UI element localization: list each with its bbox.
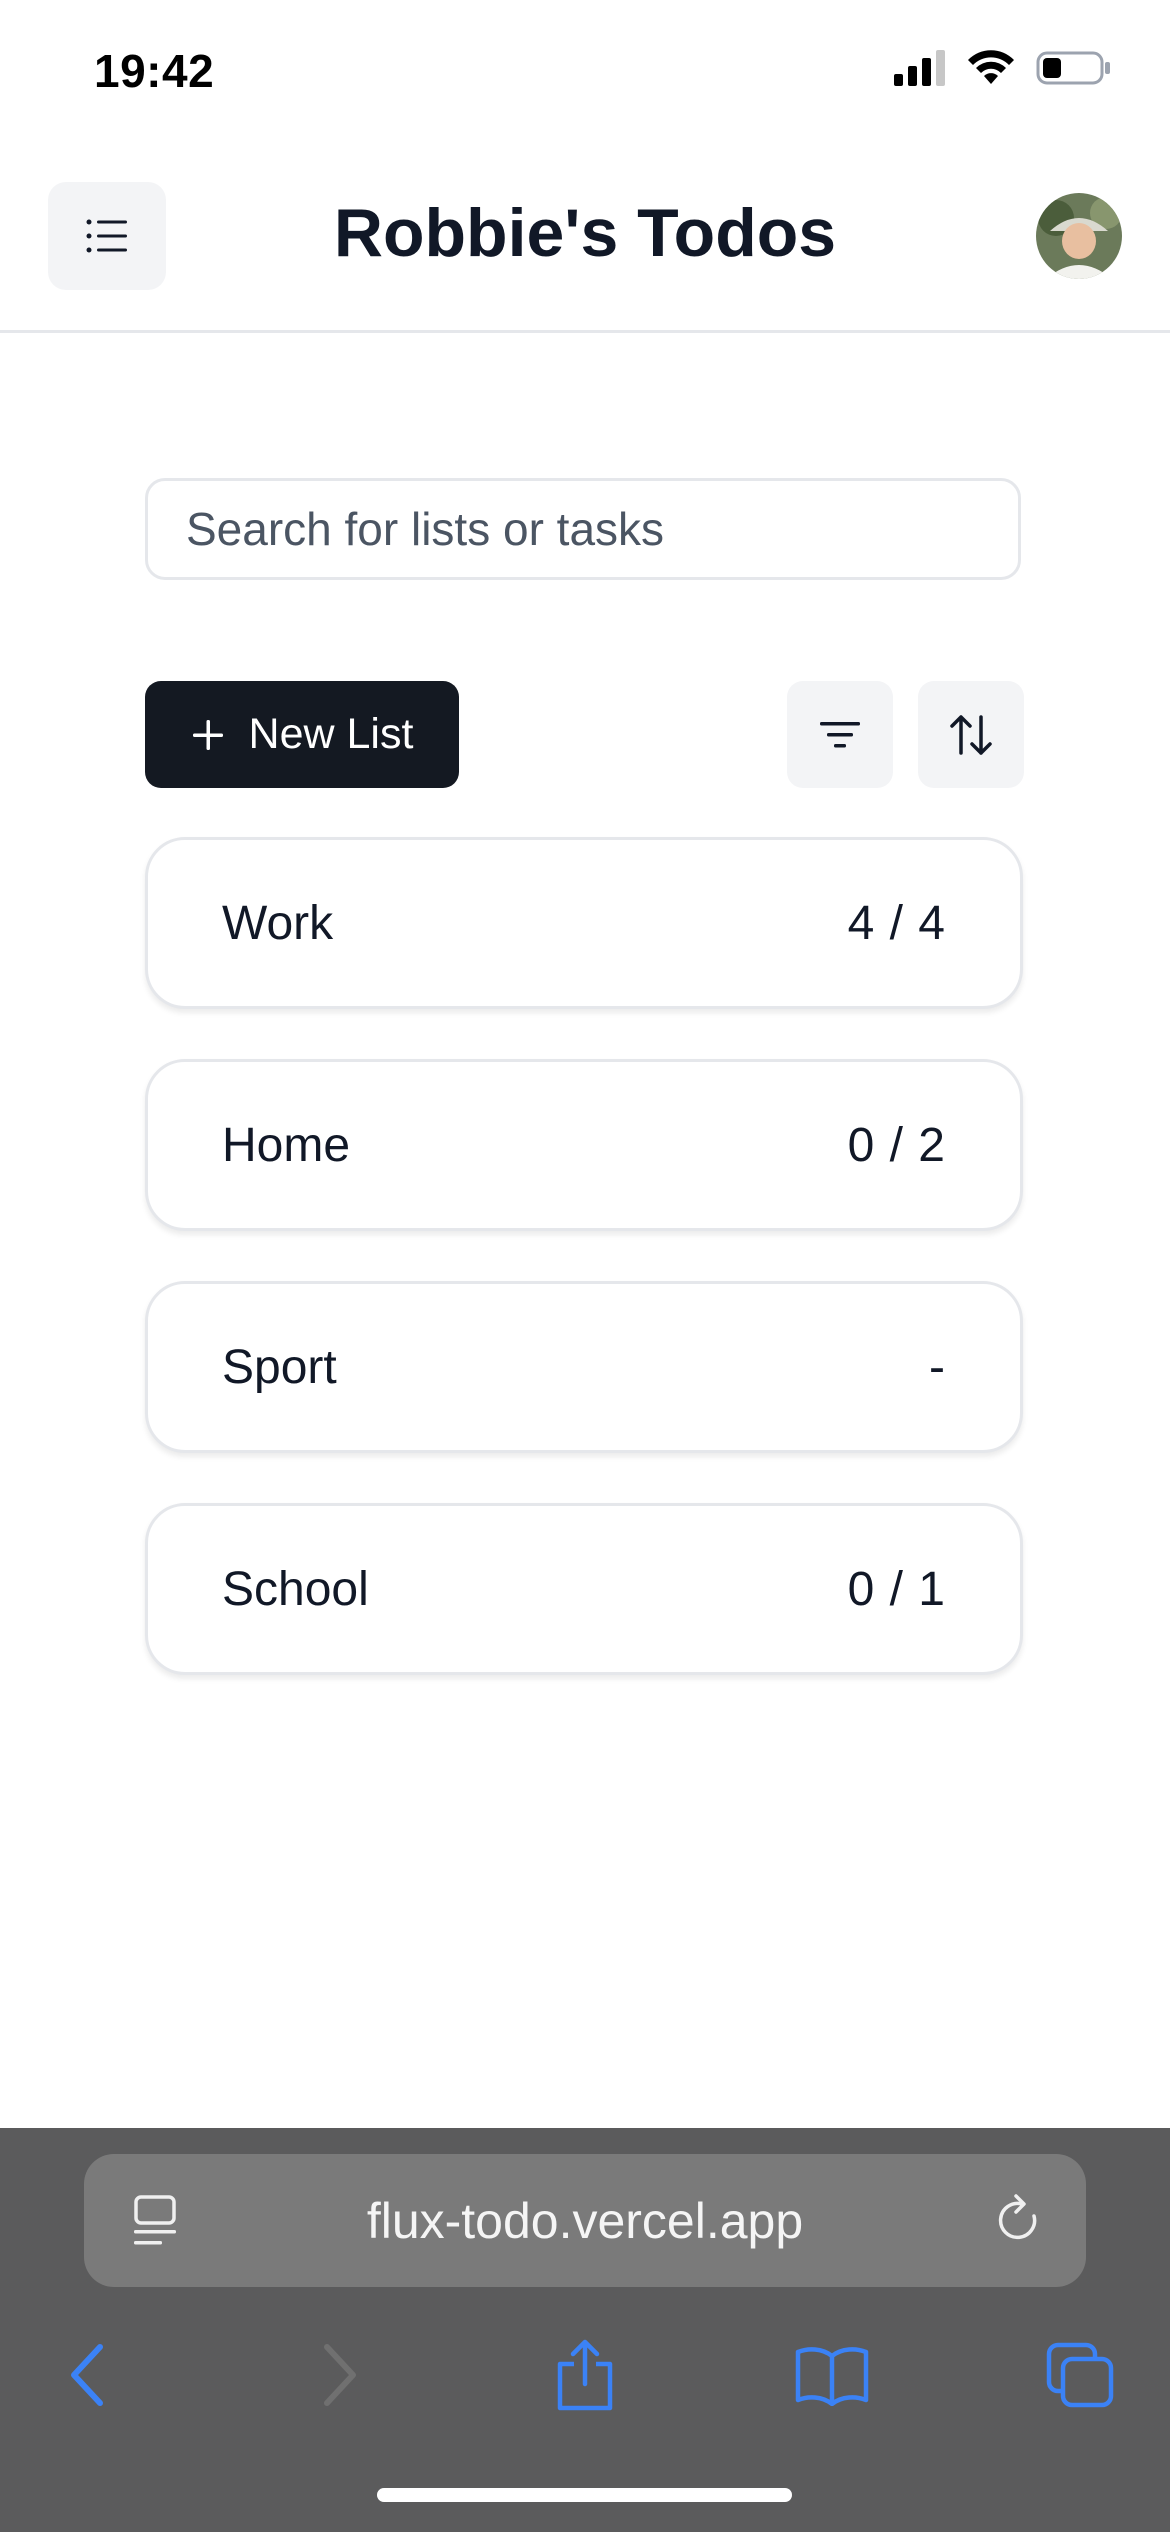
browser-bottom-bar: flux-todo.vercel.app bbox=[0, 2128, 1170, 2532]
plus-icon bbox=[192, 719, 223, 750]
status-icons bbox=[894, 50, 1112, 86]
home-indicator bbox=[377, 2488, 792, 2502]
todo-lists: Work 4 / 4 Home 0 / 2 Sport - School 0 /… bbox=[145, 837, 1023, 1725]
forward-button[interactable] bbox=[284, 2320, 394, 2430]
tabs-icon bbox=[1046, 2342, 1114, 2408]
sort-arrows-icon bbox=[950, 714, 992, 755]
tabs-button[interactable] bbox=[1025, 2320, 1135, 2430]
status-bar: 19:42 bbox=[0, 0, 1170, 150]
chevron-right-icon bbox=[324, 2344, 356, 2406]
book-icon bbox=[795, 2347, 869, 2406]
battery-icon bbox=[1036, 51, 1110, 85]
search-field[interactable] bbox=[145, 478, 1021, 580]
list-progress: 4 / 4 bbox=[847, 896, 946, 950]
search-input[interactable] bbox=[148, 481, 1018, 577]
cellular-signal-icon bbox=[894, 50, 945, 86]
list-progress: 0 / 2 bbox=[847, 1118, 946, 1172]
new-list-label: New List bbox=[248, 710, 414, 758]
list-card-work[interactable]: Work 4 / 4 bbox=[145, 837, 1023, 1009]
filter-button[interactable] bbox=[787, 681, 893, 788]
filter-icon bbox=[820, 721, 860, 747]
list-card-sport[interactable]: Sport - bbox=[145, 1281, 1023, 1453]
new-list-button[interactable]: New List bbox=[145, 681, 459, 788]
list-card-home[interactable]: Home 0 / 2 bbox=[145, 1059, 1023, 1231]
share-button[interactable] bbox=[530, 2320, 640, 2430]
share-icon bbox=[557, 2339, 613, 2411]
status-time: 19:42 bbox=[94, 45, 215, 97]
sort-button[interactable] bbox=[918, 681, 1024, 788]
chevron-left-icon bbox=[71, 2344, 103, 2406]
list-name: School bbox=[222, 1562, 369, 1616]
browser-toolbar bbox=[0, 2320, 1170, 2430]
page-title: Robbie's Todos bbox=[333, 195, 837, 271]
app-header: Robbie's Todos bbox=[0, 150, 1170, 333]
list-name: Work bbox=[222, 896, 334, 950]
user-photo bbox=[1036, 193, 1122, 279]
url-text: flux-todo.vercel.app bbox=[366, 2192, 804, 2249]
avatar[interactable] bbox=[1036, 193, 1122, 279]
bookmarks-button[interactable] bbox=[777, 2320, 887, 2430]
list-progress: - bbox=[929, 1340, 946, 1394]
wifi-icon bbox=[968, 50, 1014, 84]
list-progress: 0 / 1 bbox=[847, 1562, 946, 1616]
address-bar[interactable]: flux-todo.vercel.app bbox=[84, 2154, 1086, 2287]
back-button[interactable] bbox=[33, 2320, 143, 2430]
list-card-school[interactable]: School 0 / 1 bbox=[145, 1503, 1023, 1675]
reload-icon[interactable] bbox=[994, 2192, 1044, 2248]
list-name: Sport bbox=[222, 1340, 337, 1394]
list-name: Home bbox=[222, 1118, 351, 1172]
